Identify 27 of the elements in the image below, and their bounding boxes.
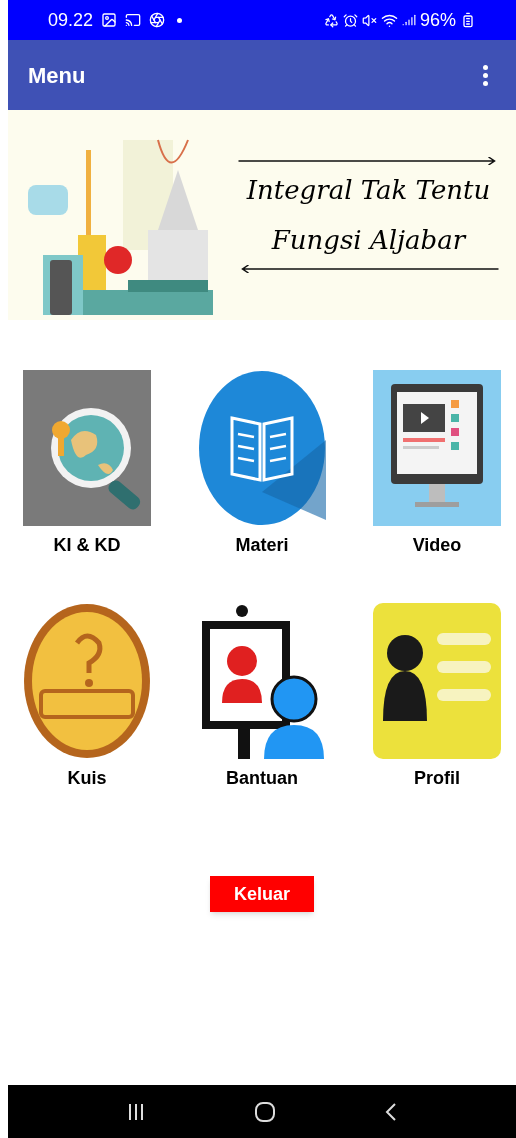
- quiz-coin-icon: [23, 603, 151, 759]
- clock-time: 09.22: [48, 8, 94, 32]
- back-icon[interactable]: [384, 1101, 398, 1122]
- signal-icon: [401, 13, 416, 27]
- mute-icon: [361, 12, 377, 28]
- menu-item[interactable]: Profil: [373, 603, 501, 792]
- gallery-icon: [101, 12, 118, 28]
- book-icon: [198, 370, 326, 526]
- battery-icon: [460, 12, 476, 28]
- battery-saver-icon: [323, 12, 339, 28]
- menu-item[interactable]: Kuis: [23, 603, 151, 792]
- app-title: Menu: [28, 61, 86, 90]
- menu-item[interactable]: Bantuan: [198, 603, 326, 792]
- battery-level: 96%: [419, 8, 456, 32]
- banner-title: Fungsi Aljabar: [270, 224, 468, 257]
- profile-card-icon: [373, 603, 501, 759]
- cast-icon: [125, 12, 142, 28]
- recent-apps-icon[interactable]: [126, 1101, 146, 1122]
- globe-magnifier-icon: [23, 370, 151, 526]
- monitor-icon: [373, 370, 501, 526]
- alarm-icon: [342, 12, 358, 28]
- menu-item[interactable]: Video: [373, 370, 501, 559]
- home-icon[interactable]: [254, 1100, 276, 1123]
- banner-title: Integral Tak Tentu: [245, 174, 492, 207]
- menu-item[interactable]: Materi: [198, 370, 326, 559]
- exit-button[interactable]: Keluar: [210, 876, 314, 912]
- menu-item[interactable]: KI & KD: [23, 370, 151, 559]
